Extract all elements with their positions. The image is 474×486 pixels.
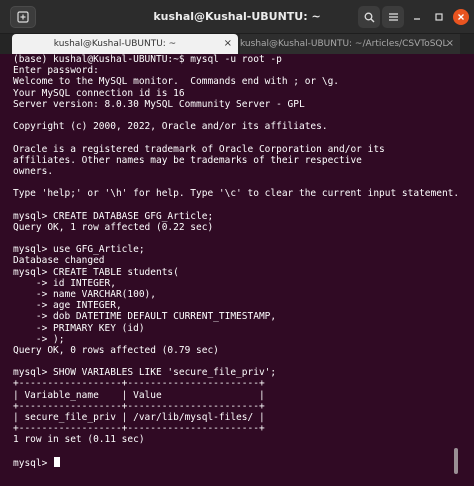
terminal-line: owners. [13, 165, 54, 177]
terminal-line: Enter password: [13, 65, 99, 77]
maximize-button[interactable] [428, 6, 450, 28]
close-button[interactable] [450, 6, 472, 28]
terminal-output[interactable]: (base) kushal@Kushal-UBUNTU:~$ mysql -u … [12, 54, 460, 486]
terminal-line: Type 'help;' or '\h' for help. Type '\c'… [13, 188, 460, 200]
terminal-line: Database changed [13, 255, 105, 267]
terminal-line: -> age INTEGER, [13, 300, 122, 312]
search-icon [364, 12, 374, 22]
minimize-icon [414, 18, 420, 20]
terminal-line: mysql> use GFG_Article; [13, 244, 145, 256]
terminal-line: Your MySQL connection id is 16 [13, 87, 185, 99]
tab-bar: kushal@Kushal-UBUNTU: ~ × kushal@Kushal-… [0, 34, 474, 54]
terminal-line: -> dob DATETIME DEFAULT CURRENT_TIMESTAM… [13, 311, 277, 323]
terminal-window: kushal@Kushal-UBUNTU: ~ kushal@Kushal-UB… [0, 0, 474, 486]
terminal-line: -> name VARCHAR(100), [13, 288, 156, 300]
terminal-line: 1 row in set (0.11 sec) [13, 434, 145, 446]
tab-close-icon[interactable]: × [224, 34, 232, 54]
tab-label: kushal@Kushal-UBUNTU: ~ [53, 39, 177, 49]
new-tab-button[interactable] [10, 6, 36, 28]
terminal-line: mysql> CREATE DATABASE GFG_Article; [13, 210, 214, 222]
search-button[interactable] [358, 6, 380, 28]
terminal-line: mysql> SHOW VARIABLES LIKE 'secure_file_… [13, 367, 277, 379]
new-tab-icon [17, 11, 29, 23]
terminal-line: +------------------+--------------------… [13, 378, 265, 390]
terminal-line: | Variable_name | Value | [13, 389, 265, 401]
text-cursor [54, 456, 61, 467]
scrollbar-thumb[interactable] [454, 448, 458, 474]
terminal-line: -> PRIMARY KEY (id) [13, 322, 145, 334]
terminal-line: -> id INTEGER, [13, 277, 116, 289]
terminal-line: mysql> [12, 456, 460, 469]
tab-close-icon[interactable]: × [446, 34, 454, 54]
terminal-line: mysql> CREATE TABLE students( [13, 266, 179, 278]
close-button-circle [453, 9, 469, 25]
tab-csvtosql[interactable]: kushal@Kushal-UBUNTU: ~/Articles/CSVToSQ… [240, 34, 460, 54]
terminal-line: (base) kushal@Kushal-UBUNTU:~$ mysql -u … [13, 54, 282, 65]
terminal-line: Query OK, 0 rows affected (0.79 sec) [13, 344, 219, 356]
terminal-line: -> ); [13, 333, 65, 345]
menu-button[interactable] [382, 6, 404, 28]
minimize-button[interactable] [406, 6, 428, 28]
tab-home[interactable]: kushal@Kushal-UBUNTU: ~ × [12, 34, 238, 54]
terminal-line: Welcome to the MySQL monitor. Commands e… [13, 76, 340, 88]
terminal-line: Query OK, 1 row affected (0.22 sec) [13, 221, 214, 233]
terminal-line: +------------------+--------------------… [13, 423, 265, 435]
close-icon [458, 14, 464, 20]
tab-label: kushal@Kushal-UBUNTU: ~/Articles/CSVToSQ… [240, 39, 448, 49]
terminal-line: Oracle is a registered trademark of Orac… [13, 143, 385, 155]
title-bar[interactable]: kushal@Kushal-UBUNTU: ~ [0, 0, 474, 34]
terminal-line: | secure_file_priv | /var/lib/mysql-file… [13, 412, 265, 423]
terminal-line: Server version: 8.0.30 MySQL Community S… [13, 98, 305, 110]
terminal-line: Copyright (c) 2000, 2022, Oracle and/or … [13, 121, 328, 133]
hamburger-menu-icon [388, 13, 398, 21]
maximize-icon [435, 13, 443, 21]
terminal-line: affiliates. Other names may be trademark… [13, 154, 362, 166]
terminal-line: +------------------+--------------------… [13, 400, 265, 412]
